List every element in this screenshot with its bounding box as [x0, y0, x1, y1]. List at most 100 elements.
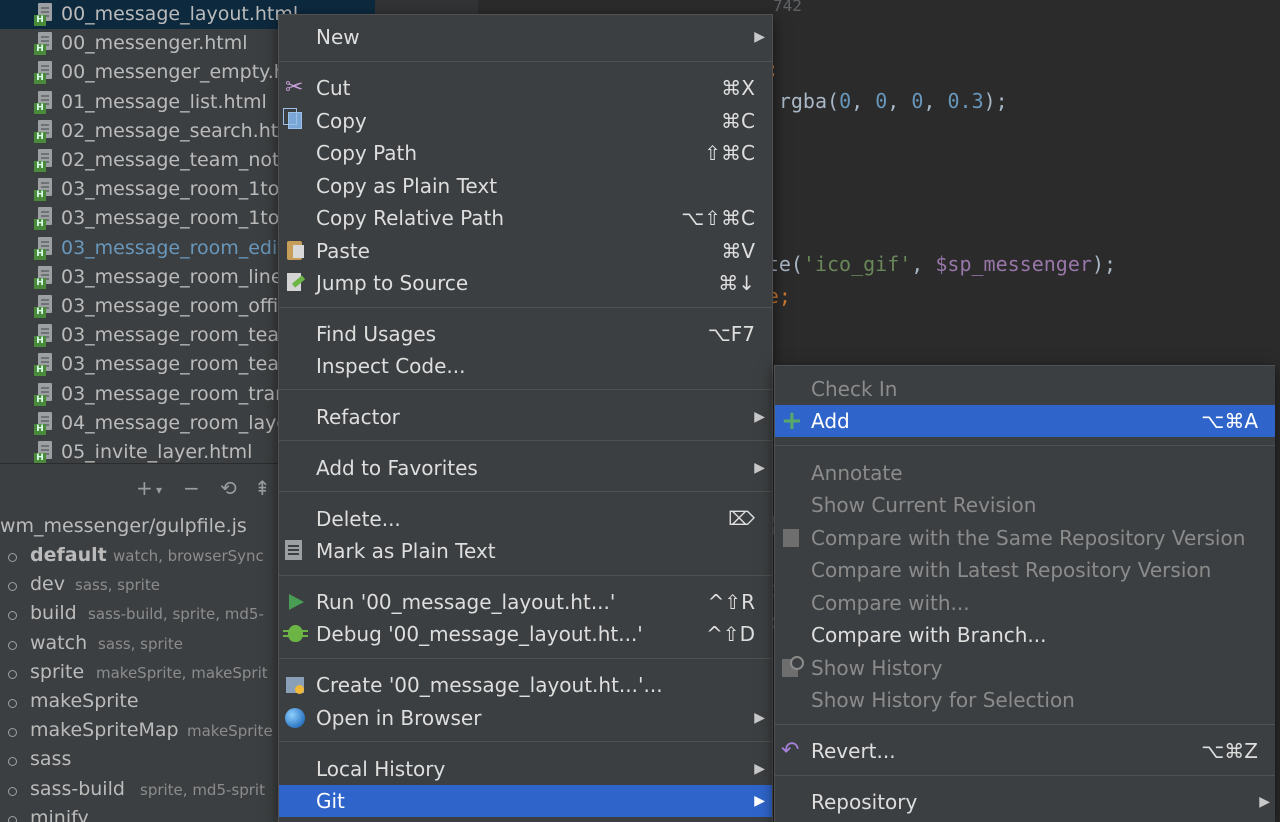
menu-item-refactor[interactable]: Refactor ▶ [279, 401, 772, 433]
html-file-icon: H [34, 3, 56, 26]
line-number: 742 [773, 0, 802, 15]
task-name: default [30, 544, 107, 566]
run-config-icon [286, 677, 304, 694]
html-badge: H [34, 131, 46, 143]
menu-separator [279, 658, 772, 659]
add-dropdown-icon[interactable]: ▾ [156, 483, 162, 497]
git-item-revert[interactable]: ↶ Revert... ⌥⌘Z [775, 735, 1275, 767]
menu-item-run[interactable]: Run '00_message_layout.ht...' ^⇧R [279, 586, 772, 618]
shortcut-label: ⌘X [721, 76, 755, 100]
menu-item-new[interactable]: New ▶ [279, 21, 772, 53]
task-icon [8, 611, 17, 621]
html-file-icon: H [34, 119, 56, 143]
menu-item-find-usages[interactable]: Find Usages ⌥F7 [279, 318, 772, 350]
html-badge: H [34, 44, 46, 56]
menu-item-create-run-config[interactable]: Create '00_message_layout.ht...'... [279, 669, 772, 701]
file-name: 03_message_room_1to [61, 207, 280, 230]
globe-icon [285, 708, 305, 728]
task-name: build [30, 602, 77, 625]
menu-item-label: Find Usages [316, 322, 437, 346]
html-badge: H [34, 161, 46, 172]
html-file-icon: H [34, 32, 56, 56]
menu-item-label: Compare with... [811, 591, 970, 615]
git-item-show-current-revision[interactable]: Show Current Revision [775, 489, 1275, 521]
menu-item-label: Compare with Latest Repository Version [811, 558, 1212, 582]
collapse-icon[interactable]: ⇞ [254, 476, 271, 500]
git-item-compare-latest[interactable]: Compare with Latest Repository Version [775, 554, 1275, 586]
html-badge: H [34, 307, 46, 318]
copy-icon [283, 108, 302, 129]
menu-item-label: Debug '00_message_layout.ht...' [316, 622, 643, 646]
menu-separator [279, 491, 772, 492]
menu-item-copy-relative-path[interactable]: Copy Relative Path ⌥⇧⌘C [279, 202, 772, 234]
gulpfile-path[interactable]: wm_messenger/gulpfile.js [0, 515, 247, 537]
menu-item-open-in-browser[interactable]: Open in Browser ▶ [279, 702, 772, 734]
html-file-icon: H [34, 61, 56, 85]
context-menu: New ▶ ✂ Cut ⌘X Copy ⌘C Copy Path ⇧⌘C Cop… [278, 14, 773, 822]
menu-item-git[interactable]: Git ▶ [279, 785, 772, 817]
git-item-compare-same-repo[interactable]: Compare with the Same Repository Version [775, 522, 1275, 554]
menu-item-label: Jump to Source [316, 271, 469, 295]
jump-to-source-icon [287, 273, 301, 291]
menu-item-label: Copy [316, 109, 367, 133]
revert-icon: ↶ [781, 738, 800, 763]
file-name: 03_message_room_tran [61, 382, 288, 405]
git-item-add[interactable]: + Add ⌥⌘A [775, 405, 1275, 437]
code-token: , [911, 251, 936, 276]
menu-item-label: Copy Relative Path [316, 206, 505, 230]
menu-item-label: Copy Path [316, 141, 418, 165]
menu-item-local-history[interactable]: Local History ▶ [279, 753, 772, 785]
code-token: ); [1091, 251, 1117, 276]
menu-item-copy-path[interactable]: Copy Path ⇧⌘C [279, 137, 772, 169]
menu-item-label: Open in Browser [316, 706, 482, 730]
menu-item-copy[interactable]: Copy ⌘C [279, 105, 772, 137]
menu-item-label: Check In [811, 377, 898, 401]
shortcut-label: ⌘↓ [718, 271, 755, 295]
menu-item-cut[interactable]: ✂ Cut ⌘X [279, 72, 772, 104]
code-token: 0.3 [947, 89, 984, 113]
task-icon [8, 728, 17, 738]
plain-text-icon [285, 540, 302, 560]
git-item-compare-branch[interactable]: Compare with Branch... [775, 619, 1275, 651]
refresh-icon[interactable]: ⟲ [220, 476, 237, 500]
git-item-annotate[interactable]: Annotate [775, 457, 1275, 489]
menu-item-label: Annotate [811, 461, 903, 485]
code-token: $sp_messenger [935, 251, 1092, 276]
menu-item-mark-plain-text[interactable]: Mark as Plain Text [279, 535, 772, 567]
add-icon[interactable]: + [136, 476, 153, 500]
task-icon [8, 757, 17, 767]
menu-item-copy-plain-text[interactable]: Copy as Plain Text [279, 170, 772, 202]
menu-item-jump-to-source[interactable]: Jump to Source ⌘↓ [279, 267, 772, 299]
html-file-icon: H [34, 90, 56, 114]
run-icon [289, 594, 304, 610]
code-token: , [923, 89, 948, 113]
menu-item-inspect-code[interactable]: Inspect Code... [279, 350, 772, 382]
menu-item-label: Copy as Plain Text [316, 174, 498, 198]
git-item-show-history-selection[interactable]: Show History for Selection [775, 684, 1275, 716]
menu-item-label: Inspect Code... [316, 354, 466, 378]
remove-icon[interactable]: − [183, 476, 200, 500]
file-name: 03_message_room_line [61, 265, 283, 288]
html-badge: H [34, 248, 46, 260]
menu-item-add-to-favorites[interactable]: Add to Favorites ▶ [279, 452, 772, 484]
menu-item-paste[interactable]: Paste ⌘V [279, 235, 772, 267]
html-file-icon: H [34, 353, 56, 377]
menu-item-delete[interactable]: Delete... ⌦ [279, 503, 772, 535]
html-file-icon: H [34, 295, 56, 318]
menu-item-label: Add [811, 409, 850, 433]
shortcut-label: ⌥F7 [707, 322, 755, 346]
git-item-repository[interactable]: Repository ▶ [775, 786, 1275, 818]
file-name: 02_message_team_note [61, 149, 292, 171]
menu-separator [775, 775, 1275, 776]
file-name: 03_message_room_1to1 [61, 178, 292, 201]
task-dependencies: sass, sprite [75, 576, 160, 595]
html-file-icon: H [34, 324, 56, 348]
code-token: rgba( [778, 89, 840, 113]
menu-item-label: Run '00_message_layout.ht...' [316, 590, 616, 614]
menu-item-debug[interactable]: Debug '00_message_layout.ht...' ^⇧D [279, 618, 772, 650]
file-name: 00_message_layout.html [61, 3, 299, 25]
git-item-show-history[interactable]: Show History [775, 652, 1275, 684]
git-item-check-in[interactable]: Check In [775, 373, 1275, 405]
code-token: 'ico_gif' [802, 251, 912, 276]
git-item-compare-with[interactable]: Compare with... [775, 587, 1275, 619]
